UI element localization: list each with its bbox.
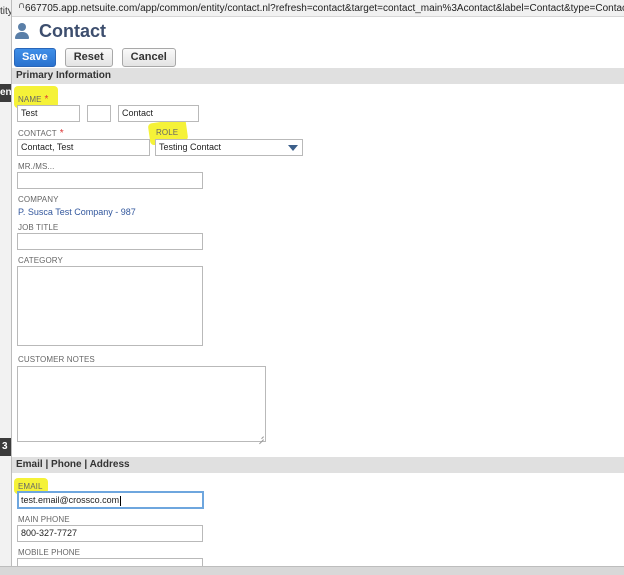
- main-phone-label: MAIN PHONE: [18, 515, 70, 524]
- text-caret: [120, 495, 122, 506]
- job-title-input[interactable]: [17, 233, 203, 250]
- section-primary-information: Primary Information: [12, 68, 624, 84]
- address-bar[interactable]: 667705.app.netsuite.com/app/common/entit…: [12, 0, 624, 17]
- job-title-label: JOB TITLE: [18, 223, 59, 232]
- email-input-value: test.email@crossco.com: [21, 495, 120, 505]
- middle-name-input[interactable]: [87, 105, 111, 122]
- toolbar: Save Reset Cancel: [12, 46, 624, 68]
- category-multiselect[interactable]: [17, 266, 203, 346]
- email-input[interactable]: test.email@crossco.com: [17, 491, 204, 509]
- role-label: ROLE: [156, 128, 179, 137]
- company-label: COMPANY: [18, 195, 59, 204]
- page-header: Contact: [12, 17, 624, 45]
- page-title: Contact: [39, 20, 106, 41]
- url-text: 667705.app.netsuite.com/app/common/entit…: [25, 2, 624, 14]
- role-select-value: Testing Contact: [159, 142, 222, 152]
- last-name-input[interactable]: Contact: [118, 105, 199, 122]
- name-label: NAME *: [18, 94, 49, 105]
- mobile-phone-label: MOBILE PHONE: [18, 548, 81, 557]
- resize-grip-icon[interactable]: [258, 434, 264, 440]
- reset-button[interactable]: Reset: [64, 47, 113, 67]
- dropdown-arrow-icon: [288, 145, 298, 151]
- first-name-input[interactable]: Test: [17, 105, 80, 122]
- contact-label: CONTACT *: [18, 128, 64, 139]
- mobile-phone-input[interactable]: [17, 558, 203, 566]
- customer-notes-label: CUSTOMER NOTES: [18, 355, 95, 364]
- main-phone-input[interactable]: 800-327-7727: [17, 525, 203, 542]
- company-link[interactable]: P. Susca Test Company - 987: [18, 207, 136, 217]
- contact-input[interactable]: Contact, Test: [17, 139, 150, 156]
- save-button[interactable]: Save: [14, 47, 56, 67]
- contact-popup-window: 667705.app.netsuite.com/app/common/entit…: [12, 0, 624, 566]
- cancel-button[interactable]: Cancel: [121, 47, 176, 67]
- category-label: CATEGORY: [18, 256, 63, 265]
- role-select[interactable]: Testing Contact: [155, 139, 303, 156]
- person-icon: [15, 23, 29, 39]
- salutation-input[interactable]: [17, 172, 203, 189]
- email-label: EMAIL: [18, 482, 43, 491]
- section-email-phone-address: Email | Phone | Address: [12, 457, 624, 473]
- salutation-label: MR./MS...: [18, 162, 55, 171]
- background-window-tab: en: [0, 84, 12, 102]
- background-window-text: tity: [0, 6, 12, 17]
- customer-notes-textarea[interactable]: [17, 366, 266, 442]
